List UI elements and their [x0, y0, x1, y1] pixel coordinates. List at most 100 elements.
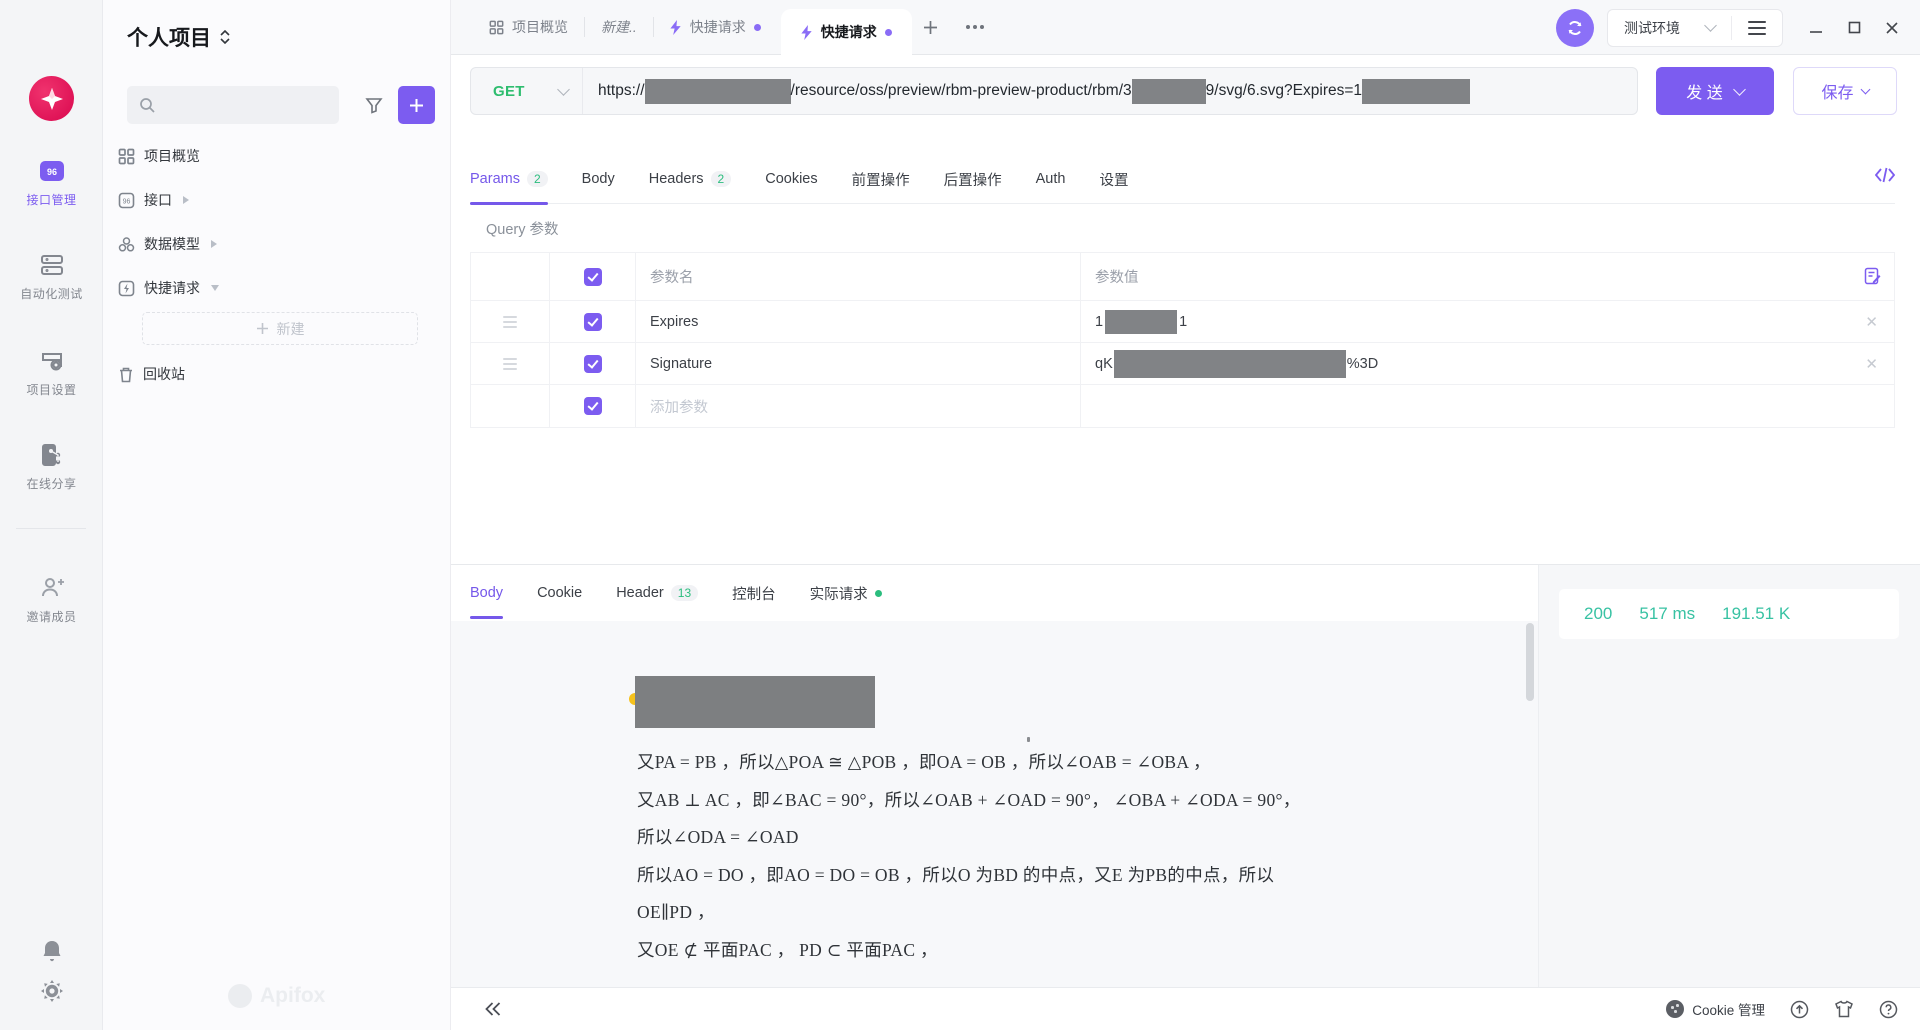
select-all-checkbox[interactable]	[584, 268, 602, 286]
tab-body[interactable]: Body	[582, 155, 615, 204]
drag-handle-icon[interactable]	[503, 358, 517, 370]
sidebar-item-online-share[interactable]: 在线分享	[0, 442, 103, 492]
param-name-input[interactable]: Signature	[636, 343, 1081, 384]
tab-quick-request-2[interactable]: 快捷请求	[781, 9, 912, 56]
tab-new[interactable]: 新建..	[585, 0, 653, 55]
window-close-button[interactable]	[1878, 14, 1906, 42]
bell-icon	[0, 938, 103, 964]
row-checkbox[interactable]	[584, 355, 602, 373]
sidebar-item-label: 项目概览	[144, 146, 200, 166]
param-name-input[interactable]: Expires	[636, 301, 1081, 342]
tab-pre-ops[interactable]: 前置操作	[852, 155, 910, 204]
sidebar-item-label: 快捷请求	[144, 278, 200, 298]
tab-actual-request[interactable]: 实际请求	[810, 569, 882, 618]
tab-response-header[interactable]: Header 13	[616, 569, 698, 618]
add-param-value-input[interactable]	[1081, 385, 1894, 427]
param-value-input[interactable]: 11 ✕	[1081, 301, 1894, 342]
tab-project-overview[interactable]: 项目概览	[473, 0, 584, 55]
sync-button[interactable]	[1556, 9, 1594, 47]
sidebar-item-label: 接口	[144, 190, 172, 210]
url-input[interactable]: https:///resource/oss/preview/rbm-previe…	[583, 79, 1637, 104]
window-maximize-button[interactable]	[1840, 14, 1868, 42]
scrollbar-thumb[interactable]	[1526, 623, 1534, 701]
redacted-value	[1105, 310, 1177, 334]
drag-handle-icon[interactable]	[503, 316, 517, 328]
add-button[interactable]	[398, 86, 435, 124]
sidebar-item-invite[interactable]: 邀请成员	[0, 575, 103, 625]
row-checkbox[interactable]	[584, 313, 602, 331]
tab-response-body[interactable]: Body	[470, 569, 503, 618]
url-bar: GET https:///resource/oss/preview/rbm-pr…	[470, 67, 1638, 115]
tab-settings[interactable]: 设置	[1099, 155, 1128, 204]
circle-question-icon	[1879, 1000, 1898, 1019]
column-header-value: 参数值	[1095, 266, 1139, 287]
collapse-panel-button[interactable]	[484, 1001, 502, 1017]
tab-auth[interactable]: Auth	[1036, 155, 1066, 204]
param-value-input[interactable]: qK%3D ✕	[1081, 343, 1894, 384]
tab-headers[interactable]: Headers 2	[649, 155, 732, 204]
apifox-watermark: Apifox	[228, 984, 325, 1008]
new-quick-request-button[interactable]: 新建	[142, 312, 418, 345]
sidebar-item-quick-request[interactable]: 快捷请求	[103, 272, 451, 304]
add-param-input[interactable]: 添加参数	[636, 385, 1081, 427]
table-header-row: 参数名 参数值	[471, 253, 1894, 301]
quick-request-icon	[118, 280, 135, 297]
send-button[interactable]: 发 送	[1656, 67, 1774, 115]
person-plus-icon	[0, 575, 103, 601]
response-meta-pane: 200 517 ms 191.51 K	[1538, 565, 1920, 987]
new-button-label: 新建	[277, 319, 305, 339]
new-tab-button[interactable]	[916, 12, 946, 42]
apifox-logo[interactable]	[29, 76, 74, 121]
divider	[16, 528, 86, 529]
sidebar-item-proj-settings[interactable]: 项目设置	[0, 348, 103, 398]
tab-cookies[interactable]: Cookies	[765, 155, 817, 204]
project-sidebar: 个人项目 项目概览 96 接口	[103, 0, 451, 1030]
search-input[interactable]	[127, 86, 339, 124]
tab-params[interactable]: Params 2	[470, 155, 548, 204]
tab-response-cookie[interactable]: Cookie	[537, 569, 582, 618]
method-selector[interactable]: GET	[471, 68, 583, 114]
param-row-expires: Expires 11 ✕	[471, 301, 1894, 343]
delete-row-button[interactable]: ✕	[1865, 355, 1878, 373]
sidebar-item-trash[interactable]: 回收站	[103, 358, 451, 390]
sidebar-item-model[interactable]: 数据模型	[103, 228, 451, 260]
save-button[interactable]: 保存	[1793, 67, 1897, 115]
project-title: 个人项目	[127, 22, 211, 52]
code-view-button[interactable]	[1875, 167, 1895, 188]
publish-button[interactable]	[1790, 1000, 1809, 1019]
settings-button[interactable]	[0, 978, 103, 1004]
redacted-expires	[1362, 79, 1470, 104]
math-line: 所以AO = DO ，即AO = DO = OB ，所以O 为BD 的中点，又E…	[637, 862, 1274, 887]
window-minimize-button[interactable]	[1802, 14, 1830, 42]
sidebar-item-auto-test[interactable]: 自动化测试	[0, 252, 103, 302]
help-button[interactable]	[1879, 1000, 1898, 1019]
more-tabs-button[interactable]	[960, 12, 990, 42]
sidebar-item-api[interactable]: 96 接口	[103, 184, 451, 216]
bulk-edit-button[interactable]	[1864, 267, 1881, 289]
headers-count-badge: 2	[711, 171, 732, 187]
delete-row-button[interactable]: ✕	[1865, 313, 1878, 331]
cookie-manage-button[interactable]: Cookie 管理	[1666, 999, 1765, 1019]
tab-post-ops[interactable]: 后置操作	[944, 155, 1002, 204]
gear-icon	[0, 978, 103, 1004]
online-share-icon	[0, 442, 103, 468]
project-switcher[interactable]: 个人项目	[127, 22, 230, 52]
response-size: 191.51 K	[1722, 604, 1790, 624]
environment-selector[interactable]: 测试环境	[1608, 18, 1731, 38]
sidebar-item-overview[interactable]: 项目概览	[103, 140, 451, 172]
math-line: OE∥PD ，	[637, 899, 715, 924]
watermark-logo-icon	[228, 984, 252, 1008]
menu-button[interactable]	[1732, 21, 1782, 35]
filter-button[interactable]	[357, 86, 391, 124]
tab-console[interactable]: 控制台	[732, 569, 776, 618]
method-label: GET	[493, 83, 525, 100]
params-table: 参数名 参数值 Expires 11 ✕	[470, 252, 1895, 428]
chevron-down-icon	[557, 83, 570, 96]
sidebar-item-label: 在线分享	[0, 475, 103, 492]
tab-quick-request-1[interactable]: 快捷请求	[654, 0, 777, 55]
row-checkbox[interactable]	[584, 397, 602, 415]
notifications-button[interactable]	[0, 938, 103, 964]
params-count-badge: 2	[527, 171, 548, 187]
theme-button[interactable]	[1834, 1000, 1854, 1018]
sidebar-item-api-manage[interactable]: 96 接口管理	[0, 158, 103, 208]
